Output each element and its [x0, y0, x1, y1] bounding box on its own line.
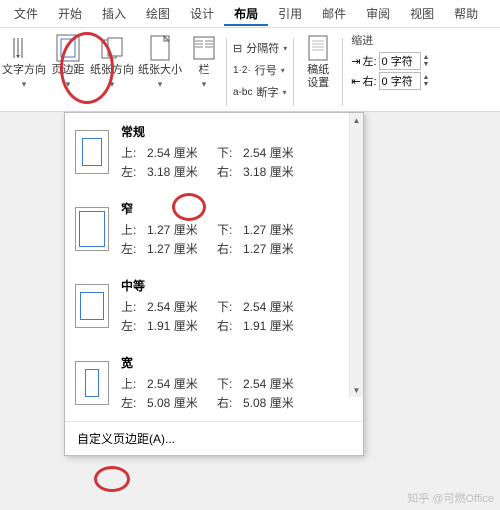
- indent-right-label: 右:: [362, 73, 376, 89]
- columns-label: 栏: [199, 64, 210, 77]
- text-direction-icon: [10, 34, 38, 62]
- chevron-down-icon: ▾: [66, 79, 71, 90]
- spinner-arrows[interactable]: ▲▼: [423, 74, 430, 88]
- breaks-icon: ⊟: [233, 42, 242, 55]
- indent-right-input[interactable]: [379, 72, 421, 90]
- paper-settings-icon: [304, 34, 332, 62]
- separator: [226, 38, 227, 106]
- margin-preset-normal[interactable]: 常规上:2.54 厘米下:2.54 厘米左:3.18 厘米右:3.18 厘米: [65, 113, 363, 190]
- margins-dropdown: 常规上:2.54 厘米下:2.54 厘米左:3.18 厘米右:3.18 厘米窄上…: [64, 112, 364, 456]
- tab-layout[interactable]: 布局: [224, 1, 268, 26]
- margins-label: 页边距: [52, 64, 85, 77]
- preset-thumb-icon: [75, 207, 109, 251]
- tab-file[interactable]: 文件: [4, 1, 48, 26]
- tab-home[interactable]: 开始: [48, 1, 92, 26]
- preset-thumb-icon: [75, 361, 109, 405]
- spinner-arrows[interactable]: ▲▼: [423, 54, 430, 68]
- scrollbar[interactable]: ▲ ▼: [349, 113, 363, 397]
- preset-info: 宽上:2.54 厘米下:2.54 厘米左:5.08 厘米右:5.08 厘米: [121, 354, 351, 411]
- hyphenation-button[interactable]: a-bc 断字 ▾: [233, 82, 287, 102]
- margin-preset-narrow[interactable]: 窄上:1.27 厘米下:1.27 厘米左:1.27 厘米右:1.27 厘米: [65, 190, 363, 267]
- scroll-up-icon[interactable]: ▲: [350, 113, 364, 127]
- chevron-down-icon: ▾: [282, 88, 286, 97]
- indent-title: 缩进: [351, 32, 429, 48]
- preset-name: 常规: [121, 123, 351, 140]
- preset-values: 上:2.54 厘米下:2.54 厘米左:1.91 厘米右:1.91 厘米: [121, 298, 351, 334]
- scroll-track[interactable]: [350, 127, 364, 383]
- preset-thumb-icon: [75, 284, 109, 328]
- preset-values: 上:1.27 厘米下:1.27 厘米左:1.27 厘米右:1.27 厘米: [121, 221, 351, 257]
- indent-right-row: ⇤ 右: ▲▼: [351, 72, 429, 90]
- preset-values: 上:2.54 厘米下:2.54 厘米左:5.08 厘米右:5.08 厘米: [121, 375, 351, 411]
- line-numbers-button[interactable]: 1·2· 行号 ▾: [233, 60, 287, 80]
- size-label: 纸张大小: [138, 64, 182, 77]
- indent-left-icon: ⇥: [351, 55, 360, 68]
- margin-preset-wide[interactable]: 宽上:2.54 厘米下:2.54 厘米左:5.08 厘米右:5.08 厘米: [65, 344, 363, 421]
- breaks-button[interactable]: ⊟ 分隔符 ▾: [233, 38, 287, 58]
- chevron-down-icon: ▾: [202, 79, 207, 90]
- custom-margins-button[interactable]: 自定义页边距(A)...: [65, 421, 363, 455]
- preset-name: 窄: [121, 200, 351, 217]
- columns-button[interactable]: 栏 ▾: [184, 32, 224, 92]
- size-icon: [146, 34, 174, 62]
- breaks-label: 分隔符: [246, 40, 279, 56]
- indent-left-row: ⇥ 左: ▲▼: [351, 52, 429, 70]
- orientation-icon: [98, 34, 126, 62]
- chevron-down-icon: ▾: [110, 79, 115, 90]
- orientation-label: 纸张方向: [90, 64, 134, 77]
- margins-button[interactable]: 页边距 ▾: [48, 32, 88, 92]
- indent-left-label: 左:: [362, 53, 376, 69]
- columns-icon: [190, 34, 218, 62]
- chevron-down-icon: ▾: [283, 44, 287, 53]
- separator: [293, 38, 294, 106]
- tab-help[interactable]: 帮助: [444, 1, 488, 26]
- preset-values: 上:2.54 厘米下:2.54 厘米左:3.18 厘米右:3.18 厘米: [121, 144, 351, 180]
- tab-references[interactable]: 引用: [268, 1, 312, 26]
- size-button[interactable]: 纸张大小 ▾: [136, 32, 184, 92]
- preset-info: 中等上:2.54 厘米下:2.54 厘米左:1.91 厘米右:1.91 厘米: [121, 277, 351, 334]
- paper-settings-label: 稿纸 设置: [307, 64, 329, 90]
- preset-name: 中等: [121, 277, 351, 294]
- chevron-down-icon: ▾: [22, 79, 27, 90]
- indent-left-input[interactable]: [379, 52, 421, 70]
- ribbon-layout: 文字方向 ▾ 页边距 ▾ 纸张方向 ▾ 纸张大小 ▾ 栏 ▾ ⊟ 分隔符: [0, 28, 500, 112]
- preset-info: 窄上:1.27 厘米下:1.27 厘米左:1.27 厘米右:1.27 厘米: [121, 200, 351, 257]
- hyphenation-label: 断字: [256, 84, 278, 100]
- separator: [342, 38, 343, 106]
- line-numbers-icon: 1·2·: [233, 65, 251, 76]
- preset-info: 常规上:2.54 厘米下:2.54 厘米左:3.18 厘米右:3.18 厘米: [121, 123, 351, 180]
- margins-icon: [54, 34, 82, 62]
- watermark: 知乎 @可燃Office: [407, 490, 494, 506]
- margin-preset-moderate[interactable]: 中等上:2.54 厘米下:2.54 厘米左:1.91 厘米右:1.91 厘米: [65, 267, 363, 344]
- text-direction-button[interactable]: 文字方向 ▾: [0, 32, 48, 92]
- indent-group: 缩进 ⇥ 左: ▲▼ ⇤ 右: ▲▼: [345, 32, 435, 90]
- tab-review[interactable]: 审阅: [356, 1, 400, 26]
- indent-right-icon: ⇤: [351, 75, 360, 88]
- tab-view[interactable]: 视图: [400, 1, 444, 26]
- tab-mailings[interactable]: 邮件: [312, 1, 356, 26]
- text-direction-label: 文字方向: [2, 64, 46, 77]
- tab-insert[interactable]: 插入: [92, 1, 136, 26]
- preset-name: 宽: [121, 354, 351, 371]
- line-numbers-label: 行号: [255, 62, 277, 78]
- hyphenation-icon: a-bc: [233, 87, 252, 98]
- orientation-button[interactable]: 纸张方向 ▾: [88, 32, 136, 92]
- tab-design[interactable]: 设计: [180, 1, 224, 26]
- paper-settings-button[interactable]: 稿纸 设置: [296, 32, 340, 92]
- chevron-down-icon: ▾: [158, 79, 163, 90]
- tab-draw[interactable]: 绘图: [136, 1, 180, 26]
- scroll-down-icon[interactable]: ▼: [350, 383, 364, 397]
- menu-bar: 文件 开始 插入 绘图 设计 布局 引用 邮件 审阅 视图 帮助: [0, 0, 500, 28]
- preset-thumb-icon: [75, 130, 109, 174]
- chevron-down-icon: ▾: [281, 66, 285, 75]
